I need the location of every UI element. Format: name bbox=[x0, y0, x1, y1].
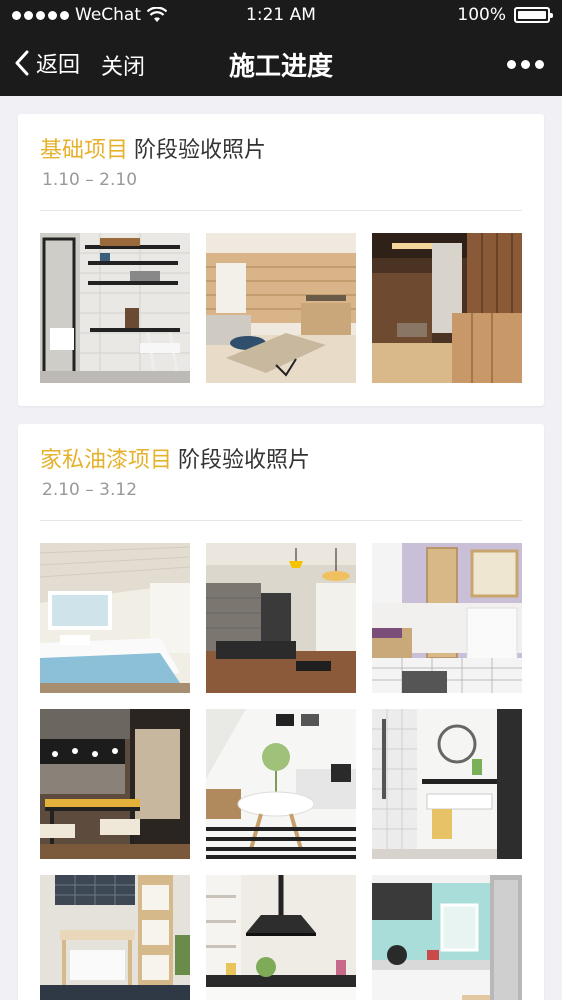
section-subtitle: 阶段验收照片 bbox=[178, 448, 311, 473]
photo-thumbnail[interactable] bbox=[206, 709, 356, 859]
section-accent-title: 家私油漆项目 bbox=[40, 448, 173, 473]
section-date-range: 1.10 – 2.10 bbox=[42, 170, 138, 190]
photo-thumbnail[interactable] bbox=[372, 875, 522, 1000]
section-accent-title: 基础项目 bbox=[40, 138, 129, 163]
battery-icon bbox=[514, 7, 553, 23]
divider bbox=[40, 210, 522, 211]
section-card-furniture-paint: 家私油漆项目 阶段验收照片 2.10 – 3.12 bbox=[18, 424, 544, 1000]
section-heading: 基础项目 阶段验收照片 bbox=[40, 132, 266, 164]
section-card-basic: 基础项目 阶段验收照片 1.10 – 2.10 bbox=[18, 114, 544, 406]
status-bar: WeChat 1:21 AM 100% bbox=[0, 0, 562, 32]
section-subtitle: 阶段验收照片 bbox=[134, 138, 267, 163]
photo-thumbnail[interactable] bbox=[372, 233, 522, 383]
photo-thumbnail[interactable] bbox=[40, 543, 190, 693]
nav-bar: 返回 关闭 施工进度 bbox=[0, 32, 562, 96]
photo-thumbnail[interactable] bbox=[372, 543, 522, 693]
photo-thumbnail[interactable] bbox=[206, 233, 356, 383]
battery-percent: 100% bbox=[457, 5, 506, 25]
divider bbox=[40, 520, 522, 521]
page-title: 施工进度 bbox=[228, 52, 333, 82]
photo-thumbnail[interactable] bbox=[40, 233, 190, 383]
top-bar: WeChat 1:21 AM 100% 返回 关闭 施工进度 bbox=[0, 0, 562, 96]
section-date-range: 2.10 – 3.12 bbox=[42, 480, 138, 500]
photo-thumbnail[interactable] bbox=[40, 709, 190, 859]
photo-thumbnail[interactable] bbox=[206, 875, 356, 1000]
photo-thumbnail[interactable] bbox=[372, 709, 522, 859]
section-heading: 家私油漆项目 阶段验收照片 bbox=[40, 442, 310, 474]
more-dots-icon[interactable] bbox=[507, 60, 544, 69]
photo-thumbnail[interactable] bbox=[206, 543, 356, 693]
photo-thumbnail[interactable] bbox=[40, 875, 190, 1000]
